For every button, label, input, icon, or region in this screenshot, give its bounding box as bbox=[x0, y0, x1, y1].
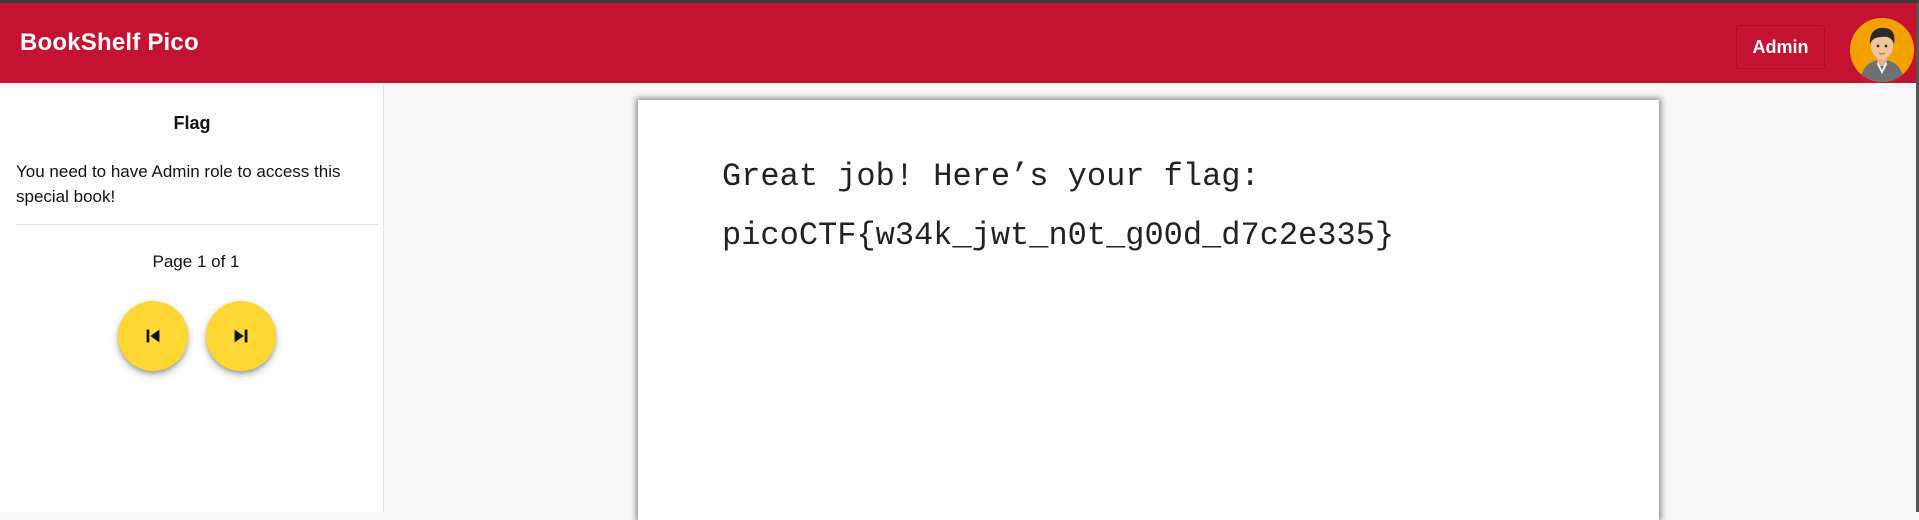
previous-page-button[interactable] bbox=[118, 301, 188, 371]
page-indicator: Page 1 of 1 bbox=[152, 252, 240, 271]
book-sidebar: Flag You need to have Admin role to acce… bbox=[0, 83, 384, 512]
role-button[interactable]: Admin bbox=[1736, 25, 1825, 69]
avatar[interactable] bbox=[1850, 18, 1914, 82]
skip-next-icon bbox=[234, 329, 248, 343]
divider bbox=[16, 224, 378, 225]
brand-title[interactable]: BookShelf Pico bbox=[20, 29, 199, 57]
flag-text: picoCTF{w34k_jwt_n0t_g00d_d7c2e335} bbox=[722, 217, 1395, 254]
book-description: You need to have Admin role to access th… bbox=[16, 162, 341, 206]
user-avatar-icon bbox=[1850, 18, 1914, 82]
next-page-button[interactable] bbox=[206, 301, 276, 371]
book-title: Flag bbox=[173, 113, 211, 133]
book-page: Great job! Here’s your flag: picoCTF{w34… bbox=[638, 100, 1659, 520]
page-text-line: Great job! Here’s your flag: bbox=[722, 158, 1260, 195]
app-bar: BookShelf Pico Admin bbox=[0, 3, 1919, 83]
skip-previous-icon bbox=[146, 329, 160, 343]
